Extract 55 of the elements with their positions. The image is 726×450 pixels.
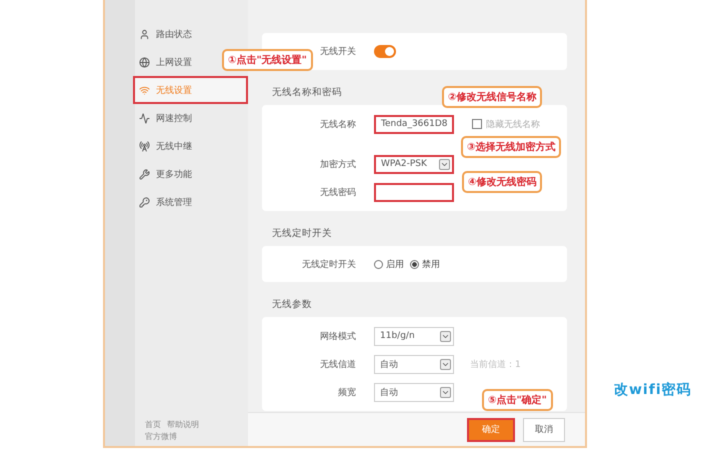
radio-label: 禁用 (422, 258, 440, 270)
wireless-toggle[interactable] (374, 45, 396, 58)
sidebar-item[interactable]: 更多功能 (133, 160, 248, 188)
select-field[interactable]: 自动 (374, 354, 454, 374)
sidebar-item[interactable]: 网速控制 (133, 104, 248, 132)
wifi-icon (139, 84, 150, 96)
annotation-tooltip: ④修改无线密码 (462, 171, 542, 193)
security-select[interactable]: WPA2-PSK (374, 154, 454, 174)
sidebar-item[interactable]: 系统管理 (133, 188, 248, 216)
annotation-tooltip: ⑤点击"确定" (482, 389, 553, 411)
cancel-button[interactable]: 取消 (523, 418, 565, 442)
field-label: 网络模式 (320, 330, 356, 342)
annotation-tooltip: ①点击"无线设置" (222, 49, 313, 71)
globe-icon (139, 56, 150, 68)
select-field[interactable]: 自动 (374, 382, 454, 402)
caption-text: 改wifi密码 (614, 381, 692, 399)
chevron-down-icon (440, 386, 451, 398)
sidebar-item-label: 路由状态 (156, 28, 192, 40)
sidebar-item-label: 网速控制 (156, 112, 192, 124)
field-label: 无线名称 (320, 118, 356, 130)
annotation-tooltip: ③选择无线加密方式 (461, 136, 562, 158)
section-title: 无线定时开关 (272, 227, 332, 240)
sidebar-item-label: 无线设置 (156, 84, 192, 96)
field-label: 无线开关 (320, 46, 356, 58)
ssid-field[interactable]: Tenda_3661D8 (374, 114, 454, 134)
chevron-down-icon (440, 330, 451, 342)
radio-button[interactable] (410, 260, 419, 268)
section-title: 无线名称和密码 (272, 86, 342, 99)
pulse-icon (139, 112, 150, 124)
annotation-tooltip: ②修改无线信号名称 (442, 86, 542, 108)
antenna-icon (139, 140, 150, 152)
checkbox-label: 隐藏无线名称 (486, 118, 540, 130)
hide-ssid-checkbox[interactable] (472, 119, 482, 129)
hint-text: 当前信道：1 (470, 358, 521, 370)
field-label: 无线信道 (320, 358, 356, 370)
sidebar-item-label: 更多功能 (156, 168, 192, 180)
user-icon (139, 28, 150, 40)
field-label: 无线定时开关 (302, 258, 356, 270)
section-title: 无线参数 (272, 298, 312, 311)
radio-button[interactable] (374, 260, 383, 268)
password-field[interactable] (374, 182, 454, 202)
radio-label: 启用 (386, 258, 404, 270)
sidebar-item[interactable]: 无线中继 (133, 132, 248, 160)
sidebar-item-label: 无线中继 (156, 140, 192, 152)
sidebar-item[interactable]: 路由状态 (133, 20, 248, 48)
field-label: 无线密码 (320, 186, 356, 198)
wrench-icon (139, 168, 150, 180)
select-field[interactable]: 11b/g/n (374, 326, 454, 346)
field-label: 频宽 (338, 386, 356, 398)
chevron-down-icon (440, 358, 451, 370)
key-icon (139, 196, 150, 208)
field-label: 加密方式 (320, 158, 356, 170)
sidebar-item-label: 系统管理 (156, 196, 192, 208)
sidebar-item-label: 上网设置 (156, 56, 192, 68)
chevron-down-icon (439, 158, 450, 170)
